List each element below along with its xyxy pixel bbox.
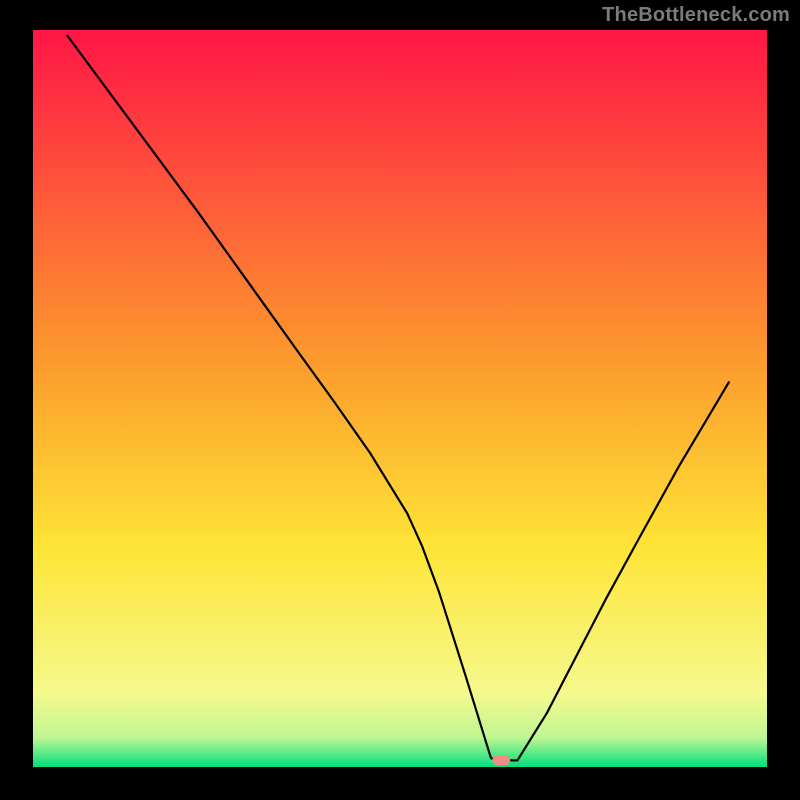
- optimum-marker: [492, 755, 510, 765]
- bottleneck-plot: [0, 0, 800, 800]
- chart-container: { "attribution": "TheBottleneck.com", "c…: [0, 0, 800, 800]
- plot-background: [33, 30, 767, 767]
